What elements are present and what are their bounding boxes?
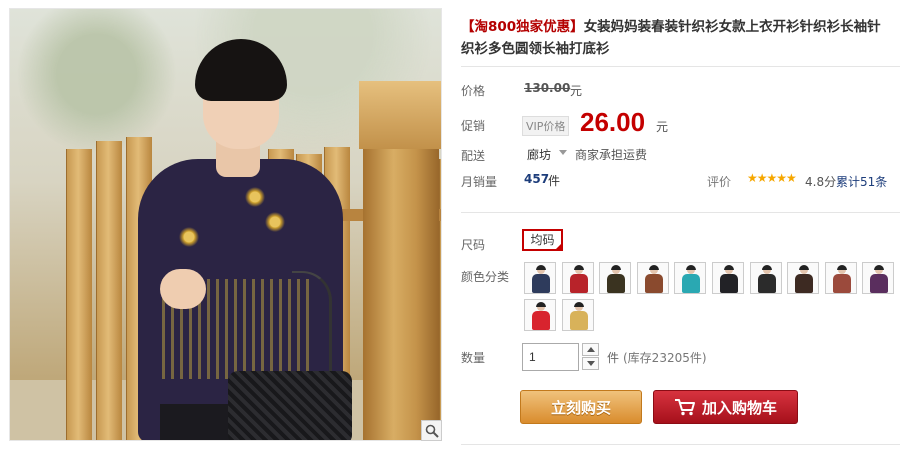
chevron-down-icon [586,361,595,366]
buy-now-button[interactable]: 立刻购买 [520,390,642,424]
color-label: 颜色分类 [461,270,510,284]
swatch-purple[interactable] [862,262,895,294]
model-handbag [228,371,352,440]
promo-price: 26.00 [580,107,646,137]
product-title: 【淘800独家优惠】女装妈妈装春装针织衫女款上衣开衫针织衫长袖针织衫多色圆领长袖… [461,19,881,57]
swatch-red[interactable] [561,262,594,294]
product-page: 【淘800独家优惠】女装妈妈装春装针织衫女款上衣开衫针织衫长袖针织衫多色圆领长袖… [0,0,900,449]
original-price-currency: 元 [570,84,583,98]
size-label: 尺码 [461,238,486,252]
swatch-gold[interactable] [561,299,594,331]
swatch-rust[interactable] [824,262,857,294]
stock-count: (库存23205件) [623,351,707,365]
swatch-black[interactable] [712,262,744,294]
product-photo[interactable] [9,8,442,441]
swatch-teal[interactable] [674,262,707,294]
price-label: 价格 [461,84,486,98]
title-divider [461,66,900,67]
review-count-link[interactable]: 累计51条 [836,173,887,190]
quantity-input[interactable] [522,343,579,371]
quantity-increase-button[interactable] [582,343,599,356]
swatch-navy[interactable] [524,262,556,294]
quantity-unit: 件 [607,351,620,365]
options-divider [461,212,900,213]
rating-score: 4.8分 [805,175,837,189]
shipping-note: 商家承担运费 [575,148,648,162]
zoom-icon[interactable] [421,420,442,441]
chevron-down-icon[interactable] [559,150,567,155]
monthly-sales-unit: 件 [548,174,561,188]
ship-from-select[interactable]: 廊坊 [527,146,551,163]
swatch-black-2[interactable] [749,262,782,294]
vip-price-badge: VIP价格 [522,116,570,136]
add-to-cart-button[interactable]: 加入购物车 [653,390,798,424]
swatch-black-gold[interactable] [599,262,632,294]
promo-label: 促销 [461,119,486,133]
bottom-divider [461,444,900,445]
original-price: 130.00 [524,81,571,95]
size-option-onesize[interactable]: 均码 [522,229,563,251]
shipping-label: 配送 [461,149,486,163]
chevron-up-icon [586,347,595,352]
monthly-sales-label: 月销量 [461,175,498,189]
reviews-label: 评价 [707,175,732,189]
promo-price-currency: 元 [656,120,669,134]
swatch-bright-red[interactable] [524,299,556,331]
swatch-dark-brown[interactable] [787,262,820,294]
monthly-sales-count: 457 [524,172,550,186]
selected-check-icon [554,242,563,251]
swatch-brown[interactable] [636,262,669,294]
rating-stars: ★★★★★ [747,171,797,185]
quantity-decrease-button[interactable] [582,357,599,370]
quantity-label: 数量 [461,351,486,365]
shopping-cart-icon [674,399,695,416]
